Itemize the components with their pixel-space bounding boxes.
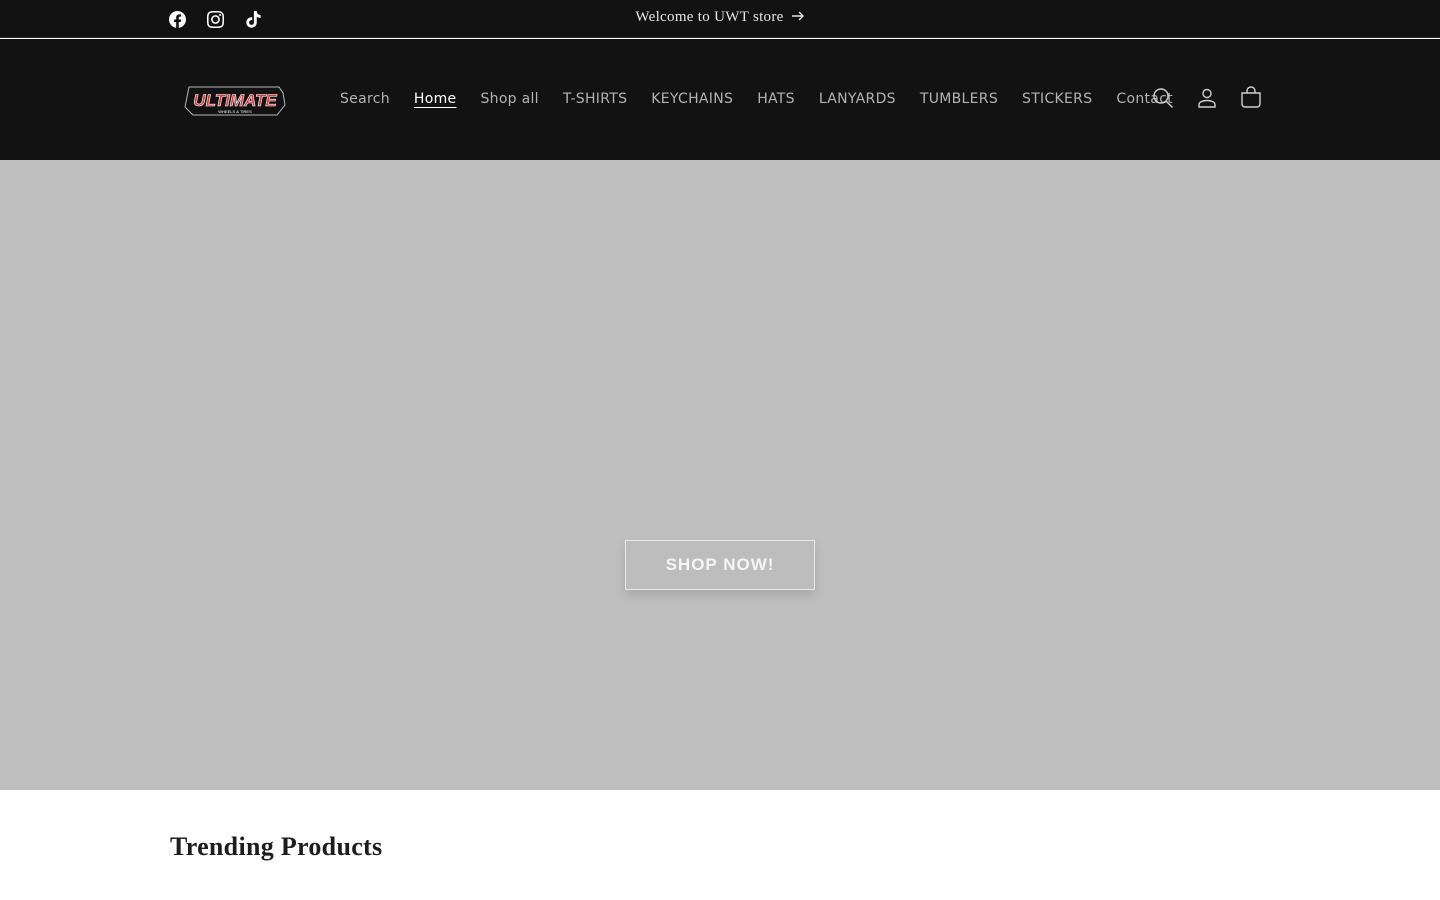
nav-shop-all[interactable]: Shop all (468, 89, 550, 109)
nav-t-shirts[interactable]: T-SHIRTS (551, 89, 639, 109)
hero-banner: SHOP NOW! (0, 160, 1440, 790)
shop-now-button[interactable]: SHOP NOW! (625, 540, 815, 590)
cart-button[interactable] (1237, 84, 1265, 112)
nav-hats[interactable]: HATS (745, 89, 807, 109)
cart-icon (1241, 86, 1261, 108)
arrow-right-icon (791, 9, 805, 26)
nav-tumblers[interactable]: TUMBLERS (908, 89, 1010, 109)
svg-text:WHEELS & TIRES: WHEELS & TIRES (218, 109, 252, 114)
site-header: ULTIMATE WHEELS & TIRES Search Home Shop… (0, 39, 1440, 160)
svg-text:ULTIMATE: ULTIMATE (193, 91, 277, 110)
announcement-text: Welcome to UWT store (635, 9, 784, 25)
main-nav: Search Home Shop all T-SHIRTS KEYCHAINS … (328, 89, 1185, 109)
account-button[interactable] (1193, 84, 1221, 112)
nav-keychains[interactable]: KEYCHAINS (639, 89, 745, 109)
trending-products-heading: Trending Products (170, 832, 383, 861)
account-icon (1198, 88, 1216, 108)
header-icons (1149, 84, 1265, 112)
search-button[interactable] (1149, 84, 1177, 112)
nav-lanyards[interactable]: LANYARDS (807, 89, 908, 109)
nav-search[interactable]: Search (328, 89, 402, 109)
announcement-bar: Welcome to UWT store (0, 0, 1440, 38)
announcement-link[interactable]: Welcome to UWT store (0, 9, 1440, 26)
search-icon (1153, 88, 1173, 108)
nav-home[interactable]: Home (402, 89, 469, 109)
ultimate-logo[interactable]: ULTIMATE WHEELS & TIRES (183, 83, 287, 119)
nav-stickers[interactable]: STICKERS (1010, 89, 1104, 109)
